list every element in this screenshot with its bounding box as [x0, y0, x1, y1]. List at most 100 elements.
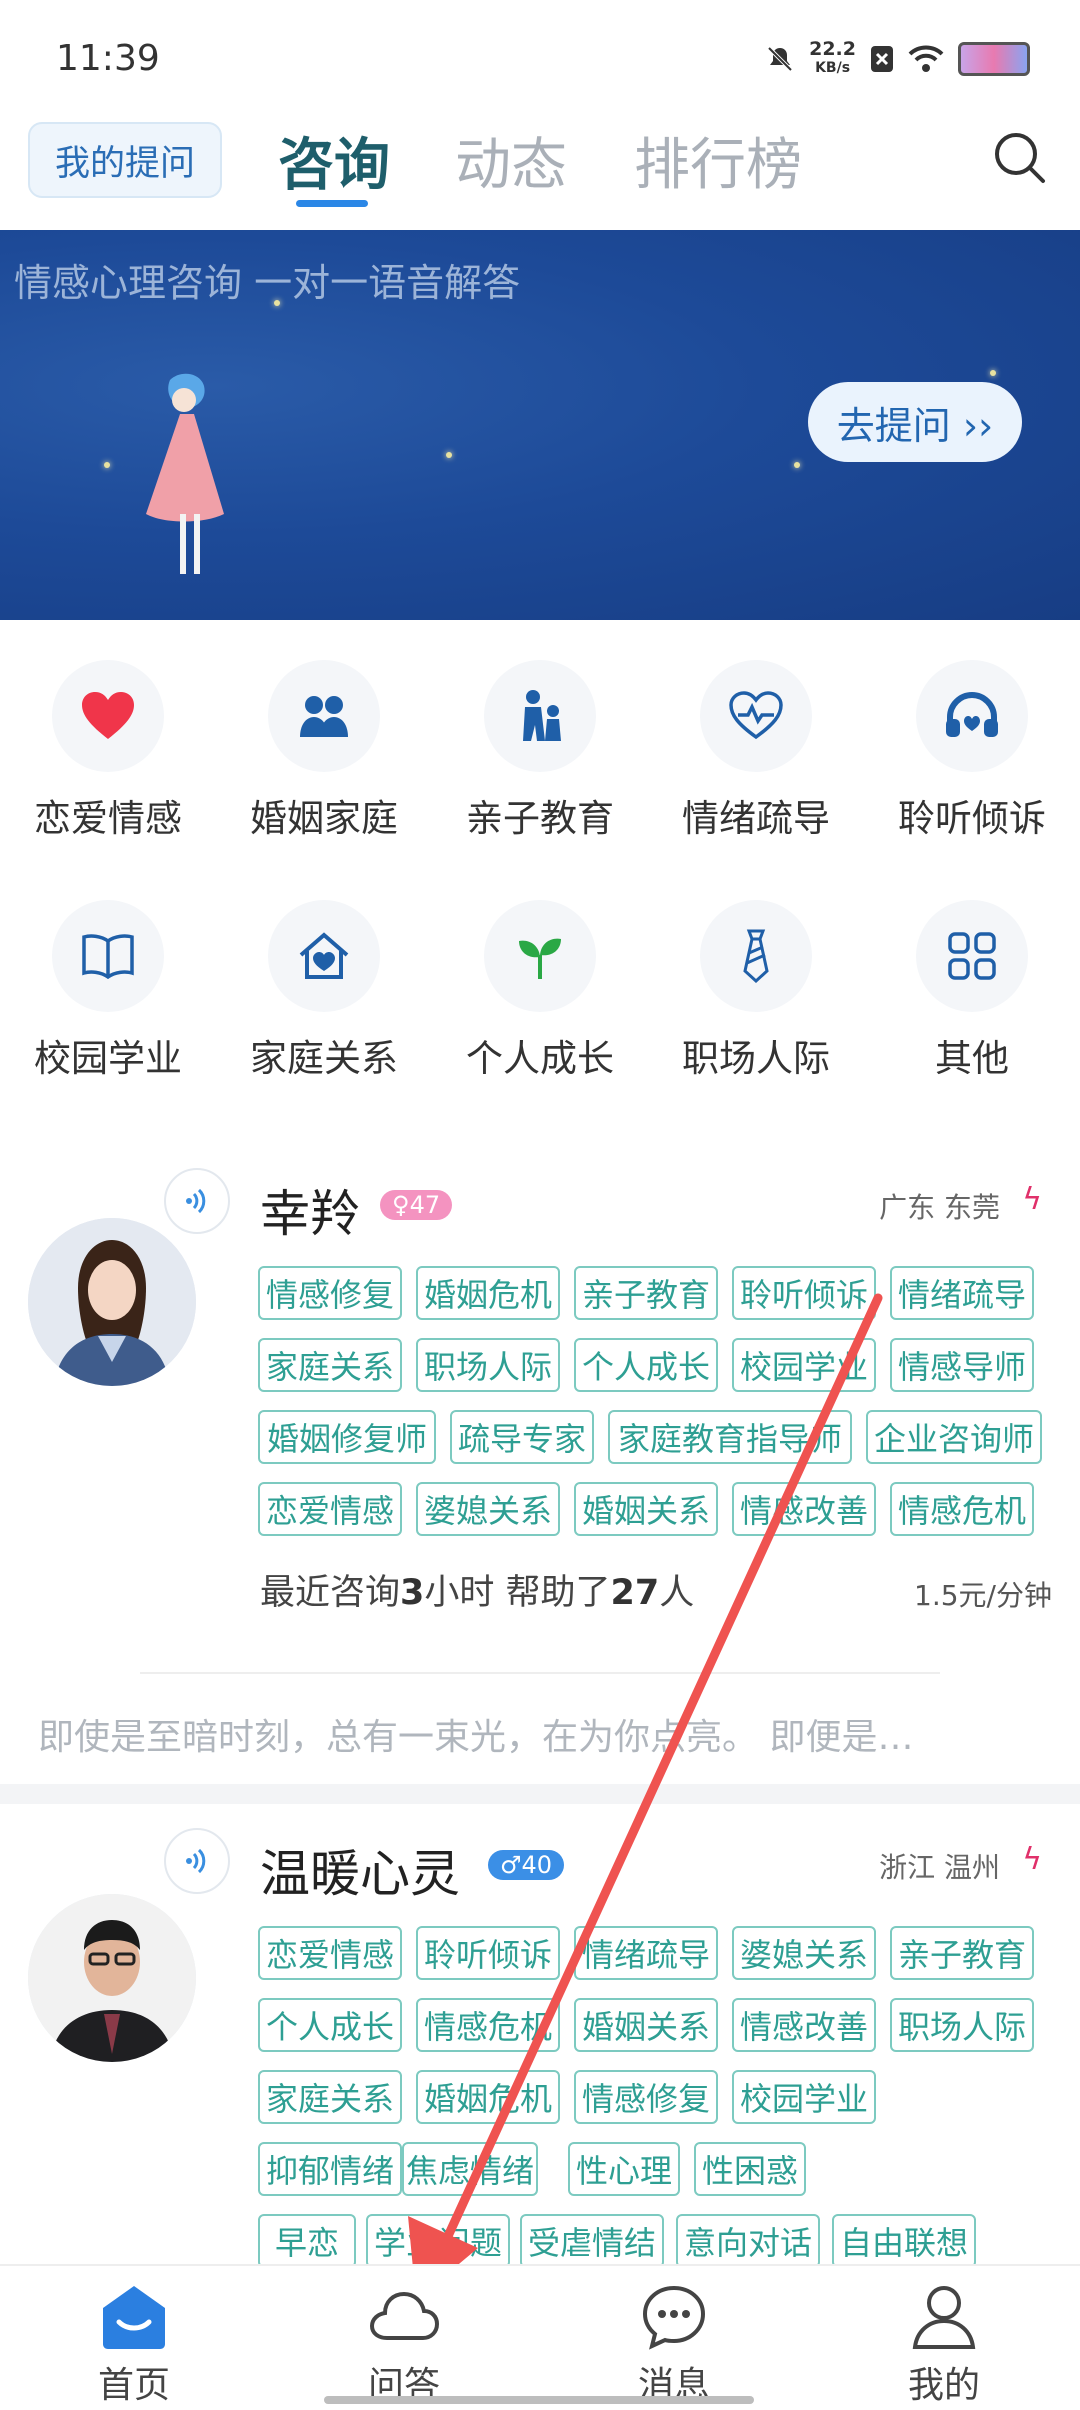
gender-age-badge: ♂40: [488, 1850, 565, 1880]
tag: 早恋: [258, 2214, 356, 2264]
tag: 情感改善: [732, 1998, 876, 2052]
tab-consult[interactable]: 咨询: [278, 120, 390, 201]
avatar[interactable]: [28, 1218, 196, 1386]
active-tab-indicator: [296, 200, 368, 207]
category-love[interactable]: 恋爱情感: [0, 660, 216, 842]
voice-icon: [186, 1848, 206, 1874]
bottom-navigation: 首页 问答 消息 我的: [0, 2264, 1080, 2410]
consultant-card[interactable]: 温暖心灵 ♂40 浙江 温州 ϟ 恋爱情感 聆听倾诉 情绪疏导 婆媳关系 亲子教…: [0, 1810, 1080, 2264]
promo-banner[interactable]: 情感心理咨询 一对一语音解答 去提问 ››: [0, 230, 1080, 620]
category-other[interactable]: 其他: [864, 900, 1080, 1082]
tag: 婚姻关系: [574, 1482, 718, 1536]
voice-call-badge[interactable]: [164, 1828, 230, 1894]
home-indicator[interactable]: [324, 2396, 754, 2404]
tag: 职场人际: [416, 1338, 560, 1392]
tag: 家庭关系: [258, 2070, 402, 2124]
avatar[interactable]: [28, 1894, 196, 2062]
location: 浙江 温州: [879, 1851, 1000, 1884]
category-family[interactable]: 家庭关系: [216, 900, 432, 1082]
star-decoration: [104, 462, 110, 468]
ask-question-button[interactable]: 去提问 ››: [808, 382, 1022, 462]
star-decoration: [990, 370, 996, 376]
sprout-icon: [519, 938, 561, 979]
consultant-name: 幸羚: [260, 1185, 360, 1243]
tag: 企业咨询师: [866, 1410, 1042, 1464]
category-listening[interactable]: 聆听倾诉: [864, 660, 1080, 842]
star-decoration: [446, 452, 452, 458]
no-sim-icon: [871, 46, 893, 72]
message-icon: [642, 2285, 706, 2350]
banner-title: 情感心理咨询 一对一语音解答: [14, 261, 521, 305]
tag: 校园学业: [732, 2070, 876, 2124]
location: 广东 东莞: [879, 1191, 1000, 1224]
voice-call-badge[interactable]: [164, 1168, 230, 1234]
tag: 情感修复: [574, 2070, 718, 2124]
tag: 情感危机: [416, 1998, 560, 2052]
nav-home[interactable]: 首页: [34, 2282, 234, 2408]
status-time: 11:39: [56, 38, 160, 79]
tag: 受虐情结: [520, 2214, 664, 2264]
tag: 聆听倾诉: [732, 1266, 876, 1320]
online-flash-icon: ϟ: [1022, 1842, 1042, 1877]
tag: 恋爱情感: [258, 1926, 402, 1980]
tag: 情感修复: [258, 1266, 402, 1320]
star-decoration: [794, 462, 800, 468]
book-icon: [82, 934, 134, 979]
search-icon[interactable]: [990, 128, 1050, 188]
category-marriage[interactable]: 婚姻家庭: [216, 660, 432, 842]
tag: 疏导专家: [450, 1410, 594, 1464]
category-emotion[interactable]: 情绪疏导: [648, 660, 864, 842]
consult-stats: 最近咨询3小时 帮助了27人: [260, 1573, 695, 1613]
status-icons: 22.2 KB/s: [765, 40, 1030, 78]
tag: 婚姻修复师: [258, 1410, 436, 1464]
voice-icon: [186, 1188, 206, 1214]
consultant-card[interactable]: 幸羚 ♀47 广东 东莞 ϟ 情感修复 婚姻危机 亲子教育 聆听倾诉 情绪疏导 …: [0, 1150, 1080, 1770]
nav-messages[interactable]: 消息: [574, 2282, 774, 2408]
tag: 聆听倾诉: [416, 1926, 560, 1980]
couple-icon: [300, 696, 348, 737]
tab-feed[interactable]: 动态: [455, 120, 567, 201]
tag: 个人成长: [258, 1998, 402, 2052]
tag: 意向对话: [676, 2214, 820, 2264]
price-per-minute: 1.5元/分钟: [914, 1579, 1052, 1612]
headphones-icon: [946, 691, 998, 737]
consultant-name: 温暖心灵: [260, 1845, 460, 1903]
tag: 抑郁情绪: [258, 2142, 402, 2196]
nav-qa[interactable]: 问答: [304, 2282, 504, 2408]
tag: 婆媳关系: [416, 1482, 560, 1536]
star-decoration: [274, 300, 280, 306]
tag: 自由联想: [832, 2214, 976, 2264]
cloud-icon: [369, 2291, 439, 2340]
category-workplace[interactable]: 职场人际: [648, 900, 864, 1082]
category-campus[interactable]: 校园学业: [0, 900, 216, 1082]
tag: 情绪疏导: [890, 1266, 1034, 1320]
tag: 家庭教育指导师: [608, 1410, 852, 1464]
parent-child-icon: [523, 690, 561, 741]
category-growth[interactable]: 个人成长: [432, 900, 648, 1082]
nav-profile[interactable]: 我的: [844, 2282, 1044, 2408]
wifi-icon: [908, 45, 944, 72]
online-flash-icon: ϟ: [1022, 1182, 1042, 1217]
tag: 学业问题: [366, 2214, 510, 2264]
tag: 焦虑情绪: [402, 2142, 538, 2196]
category-parenting[interactable]: 亲子教育: [432, 660, 648, 842]
tag: 情绪疏导: [574, 1926, 718, 1980]
top-header: 我的提问 咨询 动态 排行榜: [0, 110, 1080, 230]
tag: 性困惑: [694, 2142, 806, 2196]
tag: 情感改善: [732, 1482, 876, 1536]
tag: 婚姻关系: [574, 1998, 718, 2052]
tab-ranking[interactable]: 排行榜: [634, 120, 802, 201]
tag: 情感导师: [890, 1338, 1034, 1392]
my-questions-button[interactable]: 我的提问: [28, 122, 222, 198]
home-heart-icon: [299, 932, 349, 979]
mute-bell-icon: [767, 46, 793, 72]
tag: 婚姻危机: [416, 2070, 560, 2124]
battery-icon: [958, 42, 1030, 76]
tag: 情感危机: [890, 1482, 1034, 1536]
tag: 性心理: [568, 2142, 680, 2196]
tag: 婆媳关系: [732, 1926, 876, 1980]
tag: 职场人际: [890, 1998, 1034, 2052]
network-speed: 22.2 KB/s: [809, 38, 856, 77]
tag: 个人成长: [574, 1338, 718, 1392]
girl-illustration: [146, 373, 224, 574]
